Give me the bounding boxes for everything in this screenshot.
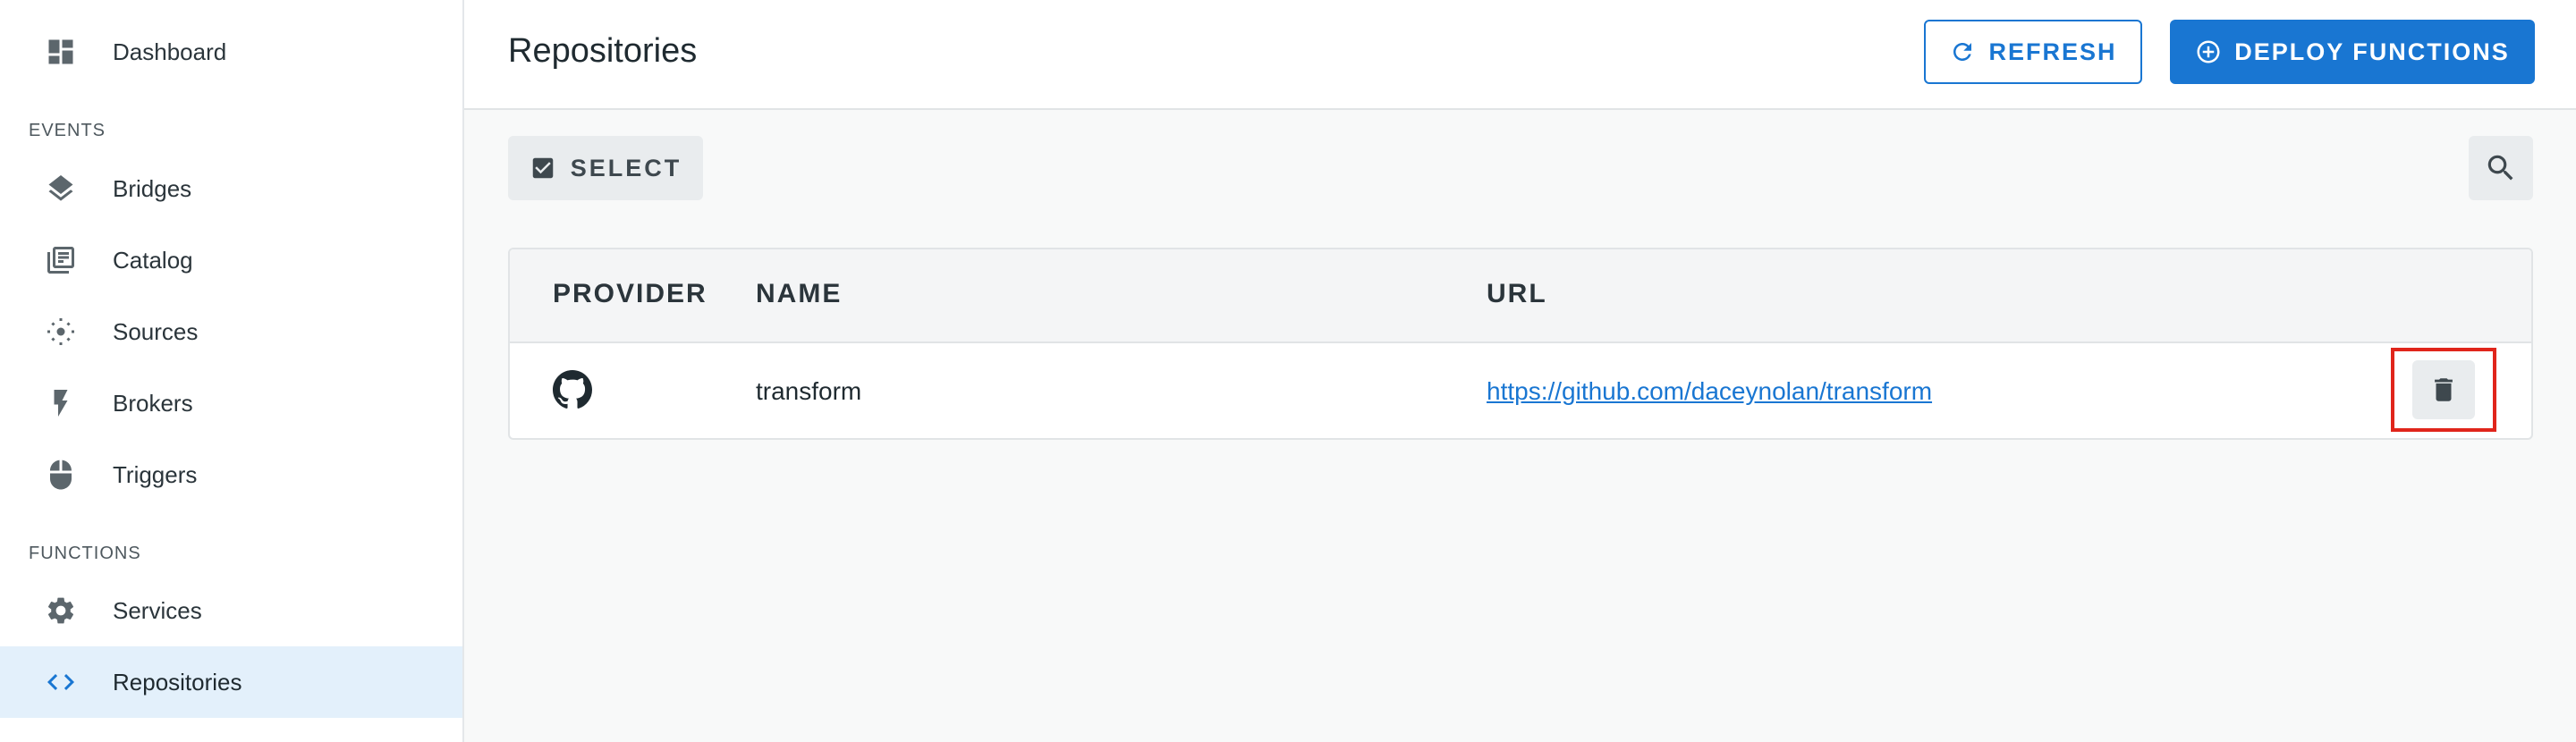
sidebar-item-catalog[interactable]: Catalog [0,224,462,296]
repository-url-link[interactable]: https://github.com/daceynolan/transform [1487,377,1932,406]
github-icon [553,370,592,409]
search-icon [2487,155,2513,181]
sidebar-item-label: Bridges [113,174,192,202]
sidebar: Dashboard EVENTS Bridges Catalog Sources… [0,0,464,742]
sidebar-item-services[interactable]: Services [0,575,462,646]
repositories-table: PROVIDER NAME URL transform https://gith… [508,248,2533,440]
column-header-name[interactable]: NAME [756,279,842,309]
sidebar-item-label: Catalog [113,246,193,274]
sidebar-item-sources[interactable]: Sources [0,296,462,367]
column-header-url[interactable]: URL [1487,279,1547,309]
gear-icon [41,591,80,630]
library-books-icon [41,240,80,280]
refresh-button-label: REFRESH [1988,38,2117,65]
flash-icon [41,384,80,423]
repository-name: transform [756,377,862,405]
search-button[interactable] [2469,136,2533,200]
section-header-functions: FUNCTIONS [29,544,141,563]
page-title: Repositories [508,32,698,70]
add-circle-icon [2197,40,2220,63]
sidebar-item-label: Sources [113,317,199,345]
section-header-events: EVENTS [29,121,106,140]
refresh-icon [1953,43,1972,61]
deploy-functions-button[interactable]: DEPLOY FUNCTIONS [2170,20,2535,84]
sidebar-item-label: Services [113,596,202,624]
sidebar-item-brokers[interactable]: Brokers [0,367,462,439]
page-header: Repositories REFRESH DEPLOY FUNCTIONS [464,0,2576,110]
column-header-provider[interactable]: PROVIDER [553,279,708,309]
dashboard-icon [41,32,80,72]
sidebar-item-label: Repositories [113,668,242,696]
sidebar-item-label: Triggers [113,460,198,488]
sidebar-item-triggers[interactable]: Triggers [0,439,462,510]
layers-icon [41,169,80,208]
target-icon [41,312,80,351]
delete-button[interactable] [2412,360,2475,419]
mouse-icon [41,455,80,494]
trash-icon [2435,378,2453,401]
sidebar-item-label: Brokers [113,389,193,417]
sidebar-item-bridges[interactable]: Bridges [0,153,462,224]
checkbox-icon [532,157,553,179]
sidebar-item-repositories[interactable]: Repositories [0,646,462,718]
table-header: PROVIDER NAME URL [510,249,2531,343]
refresh-button[interactable]: REFRESH [1924,20,2142,84]
deploy-functions-button-label: DEPLOY FUNCTIONS [2234,38,2510,65]
sidebar-item-dashboard[interactable]: Dashboard [0,16,462,88]
table-row: transform https://github.com/daceynolan/… [510,343,2531,438]
select-button-label: SELECT [570,154,682,181]
code-icon [41,662,80,702]
sidebar-item-label: Dashboard [113,38,227,65]
select-button[interactable]: SELECT [508,136,703,200]
